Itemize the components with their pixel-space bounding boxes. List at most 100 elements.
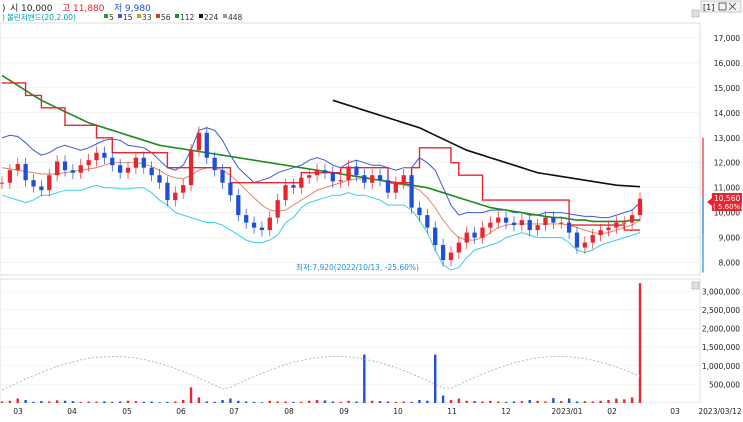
volume-tick-label: 500,000 bbox=[709, 380, 740, 389]
price-badge-pointer bbox=[707, 198, 712, 206]
candle-body bbox=[307, 175, 312, 178]
volume-bar bbox=[87, 401, 90, 403]
candle-body bbox=[417, 207, 422, 216]
candle-body bbox=[173, 192, 178, 201]
candle-body bbox=[125, 167, 131, 173]
volume-bar bbox=[497, 401, 500, 403]
candle-body bbox=[204, 132, 209, 158]
volume-bar bbox=[252, 401, 256, 403]
candle-body bbox=[480, 227, 485, 238]
price-tick-label: 15,000 bbox=[714, 84, 740, 93]
volume-bar bbox=[449, 400, 453, 403]
price-tick-label: 17,000 bbox=[714, 34, 740, 43]
volume-bar bbox=[457, 398, 461, 403]
candle-body bbox=[370, 175, 375, 183]
volume-bar bbox=[213, 401, 216, 403]
volume-bar bbox=[536, 400, 539, 403]
candle-body bbox=[559, 222, 564, 224]
candle-body bbox=[141, 157, 146, 168]
volume-bar bbox=[599, 400, 602, 403]
candle-body bbox=[551, 217, 556, 223]
legend-swatch-112 bbox=[175, 14, 179, 18]
legend-ma-56: 56 bbox=[161, 13, 171, 22]
candle-body bbox=[244, 215, 249, 223]
candle-body bbox=[464, 232, 469, 243]
legend-bollinger-label: ) bbox=[2, 13, 5, 22]
candle-body bbox=[220, 170, 225, 183]
volume-bar bbox=[24, 400, 27, 403]
candle-body bbox=[149, 167, 154, 176]
volume-bar bbox=[386, 401, 390, 403]
price-axis: 8,0009,00010,00011,00012,00013,00014,000… bbox=[714, 34, 740, 268]
candle-body bbox=[314, 170, 320, 176]
candle-body bbox=[606, 227, 611, 231]
date-tick-label: 2023/03/12 bbox=[698, 407, 741, 416]
volume-bar bbox=[528, 400, 531, 403]
volume-panel-settings-icon[interactable] bbox=[691, 281, 700, 290]
volume-bar bbox=[607, 400, 610, 403]
volume-bar bbox=[197, 397, 201, 403]
candle-body bbox=[165, 182, 170, 201]
volume-bar bbox=[331, 401, 335, 403]
legend-ma-15: 15 bbox=[123, 13, 133, 22]
volume-bar bbox=[55, 400, 59, 403]
price-panel-settings-icon[interactable] bbox=[691, 9, 700, 18]
volume-bar bbox=[512, 401, 516, 403]
volume-bar bbox=[237, 400, 240, 403]
volume-bar bbox=[630, 397, 634, 403]
volume-bar bbox=[166, 401, 169, 403]
date-tick-label: 2023/01 bbox=[551, 407, 582, 416]
candle-body bbox=[425, 215, 430, 228]
date-tick-label: 09 bbox=[339, 407, 349, 416]
legend-swatch-448 bbox=[223, 14, 227, 18]
volume-bar bbox=[8, 400, 12, 403]
price-tick-label: 14,000 bbox=[714, 109, 740, 118]
volume-bar bbox=[221, 400, 224, 403]
volume-bar bbox=[48, 401, 51, 403]
candle-body bbox=[283, 185, 288, 201]
candle-body bbox=[86, 160, 91, 166]
volume-bar bbox=[370, 400, 374, 403]
volume-bar bbox=[126, 400, 130, 403]
candle-body bbox=[448, 252, 454, 261]
stock-chart-canvas: ) 시 10,000 고 11,880 저 9,980 [1] ) 볼린저밴드(… bbox=[0, 0, 743, 418]
volume-bar bbox=[394, 401, 398, 403]
candle-body bbox=[23, 163, 28, 181]
date-axis-bg bbox=[0, 403, 743, 418]
candle-body bbox=[102, 152, 107, 158]
volume-bar bbox=[71, 401, 75, 403]
candle-body bbox=[519, 220, 524, 226]
volume-bar bbox=[229, 398, 232, 403]
volume-bar bbox=[378, 401, 382, 403]
volume-tick-label: 1,000,000 bbox=[702, 362, 740, 371]
candle-body bbox=[433, 227, 438, 246]
price-panel bbox=[0, 22, 701, 276]
volume-bar bbox=[103, 401, 106, 403]
date-tick-label: 07 bbox=[229, 407, 239, 416]
candle-body bbox=[346, 166, 351, 181]
legend-swatch-15 bbox=[118, 14, 122, 18]
legend-ma-112: 112 bbox=[180, 13, 195, 22]
legend-ma-5: 5 bbox=[109, 13, 114, 22]
volume-bar bbox=[481, 401, 484, 403]
volume-bar bbox=[418, 400, 421, 403]
candle-body bbox=[590, 235, 595, 243]
volume-bar bbox=[150, 401, 153, 403]
candle-body bbox=[236, 195, 241, 216]
volume-bar bbox=[615, 398, 618, 403]
volume-bar bbox=[79, 401, 82, 403]
date-tick-label: 03 bbox=[670, 407, 680, 416]
volume-bar bbox=[315, 400, 319, 403]
candle-body bbox=[511, 222, 517, 226]
volume-bar bbox=[260, 402, 264, 403]
window-controls-label[interactable]: [1] bbox=[703, 3, 714, 12]
candle-body bbox=[118, 165, 123, 173]
volume-bar bbox=[111, 401, 114, 403]
volume-bar bbox=[410, 401, 413, 403]
volume-bar bbox=[40, 401, 43, 403]
volume-bar bbox=[181, 400, 185, 403]
low-label: 저 bbox=[114, 3, 122, 14]
price-tick-label: 8,000 bbox=[719, 259, 741, 268]
window-controls[interactable]: [1] bbox=[700, 0, 742, 13]
current-price-badge: 10,560 ( 5.60%) bbox=[707, 193, 743, 211]
